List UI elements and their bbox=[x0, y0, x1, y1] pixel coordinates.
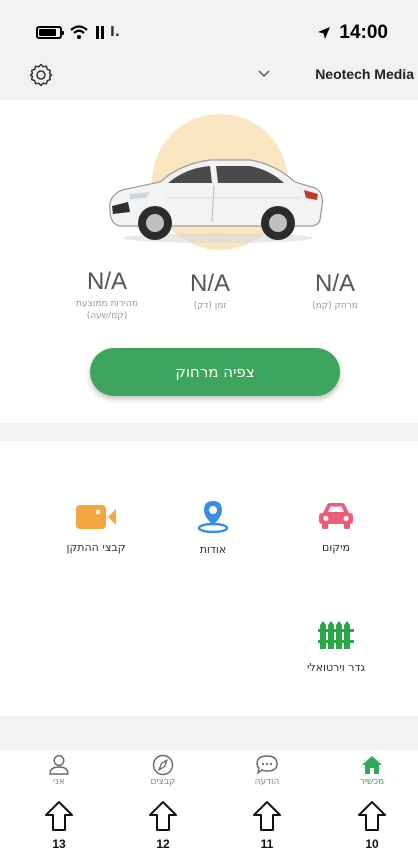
bottom-band bbox=[0, 716, 418, 750]
wifi-icon bbox=[70, 25, 88, 39]
device-name[interactable]: Neotech Media bbox=[315, 66, 414, 82]
up-arrow-icon bbox=[149, 801, 177, 831]
tab-device[interactable]: מכשיר bbox=[342, 750, 402, 787]
up-arrow-icon bbox=[358, 801, 386, 831]
car-icon bbox=[319, 503, 353, 529]
stat-time-label: זמן (דק) bbox=[193, 301, 227, 311]
section-divider bbox=[0, 423, 418, 441]
up-arrow-icon bbox=[45, 801, 73, 831]
annotation-13: 13 bbox=[39, 800, 79, 851]
tile-device-files[interactable]: קבצי ההתקן bbox=[46, 503, 146, 554]
status-bar: I. 14:00 bbox=[0, 0, 418, 56]
chat-bubble-icon bbox=[256, 755, 278, 775]
tab-messages[interactable]: הודעה bbox=[237, 750, 297, 787]
status-left: I. bbox=[36, 24, 120, 40]
remote-view-button[interactable]: צפיה מרחוק bbox=[90, 348, 340, 396]
stat-distance-value: N/A bbox=[314, 270, 355, 297]
tile-virtual-fence-label: גדר וירטואלי bbox=[306, 661, 366, 674]
stat-speed-label-line1: מהירות ממוצעת bbox=[76, 299, 138, 309]
car-panel: N/A מרחק (קמ) N/A זמן (דק) N/A מהירות ממ… bbox=[0, 100, 418, 430]
home-icon bbox=[362, 756, 382, 774]
location-arrow-icon bbox=[318, 27, 331, 39]
annotation-number: 11 bbox=[260, 837, 274, 851]
annotation-number: 13 bbox=[52, 837, 66, 851]
stat-time: N/A זמן (דק) bbox=[165, 270, 255, 312]
annotation-number: 12 bbox=[156, 837, 170, 851]
tile-about[interactable]: אודות bbox=[163, 499, 263, 556]
tile-virtual-fence[interactable]: גדר וירטואלי bbox=[286, 619, 386, 674]
signal-icon bbox=[96, 25, 104, 39]
stat-distance-label: מרחק (קמ) bbox=[312, 301, 358, 311]
annotation-12: 12 bbox=[143, 800, 183, 851]
tab-bar: מכשיר הודעה קבצים אני bbox=[0, 750, 418, 798]
video-camera-icon bbox=[76, 505, 116, 529]
stat-speed-value: N/A bbox=[86, 268, 127, 295]
annotation-10: 10 bbox=[352, 800, 392, 851]
tile-location[interactable]: מיקום bbox=[286, 501, 386, 554]
stat-speed-label: מהירות ממוצעת (קמ/שעה) bbox=[52, 298, 162, 322]
location-pin-icon bbox=[197, 501, 229, 533]
chevron-down-icon[interactable] bbox=[257, 68, 271, 78]
tab-files-label: קבצים bbox=[150, 777, 176, 787]
tab-device-label: מכשיר bbox=[359, 777, 385, 787]
carrier-label: I. bbox=[110, 24, 120, 40]
tab-messages-label: הודעה bbox=[254, 777, 280, 787]
annotation-11: 11 bbox=[247, 800, 287, 851]
car-illustration bbox=[109, 114, 323, 250]
tab-files[interactable]: קבצים bbox=[133, 750, 193, 787]
stat-speed-label-line2: (קמ/שעה) bbox=[86, 311, 128, 321]
gear-icon[interactable] bbox=[28, 62, 54, 88]
tab-me-label: אני bbox=[53, 777, 65, 787]
user-icon bbox=[49, 754, 69, 775]
tile-about-label: אודות bbox=[199, 543, 227, 556]
fence-icon bbox=[318, 621, 354, 649]
tab-me[interactable]: אני bbox=[29, 750, 89, 787]
stat-time-value: N/A bbox=[189, 270, 230, 297]
stat-speed: N/A מהירות ממוצעת (קמ/שעה) bbox=[52, 268, 162, 322]
feature-grid: מיקום אודות קבצי ההתקן גדר וירטואלי bbox=[0, 441, 418, 716]
trip-stats: N/A מרחק (קמ) N/A זמן (דק) N/A מהירות ממ… bbox=[0, 268, 418, 350]
tile-device-files-label: קבצי ההתקן bbox=[66, 541, 126, 554]
status-right: 14:00 bbox=[317, 22, 388, 44]
status-time: 14:00 bbox=[339, 22, 388, 43]
tile-location-label: מיקום bbox=[321, 541, 351, 554]
up-arrow-icon bbox=[253, 801, 281, 831]
annotation-number: 10 bbox=[365, 837, 379, 851]
battery-icon bbox=[36, 25, 64, 39]
stat-distance: N/A מרחק (קמ) bbox=[290, 270, 380, 312]
compass-icon bbox=[152, 754, 174, 776]
header: Neotech Media bbox=[0, 56, 418, 100]
